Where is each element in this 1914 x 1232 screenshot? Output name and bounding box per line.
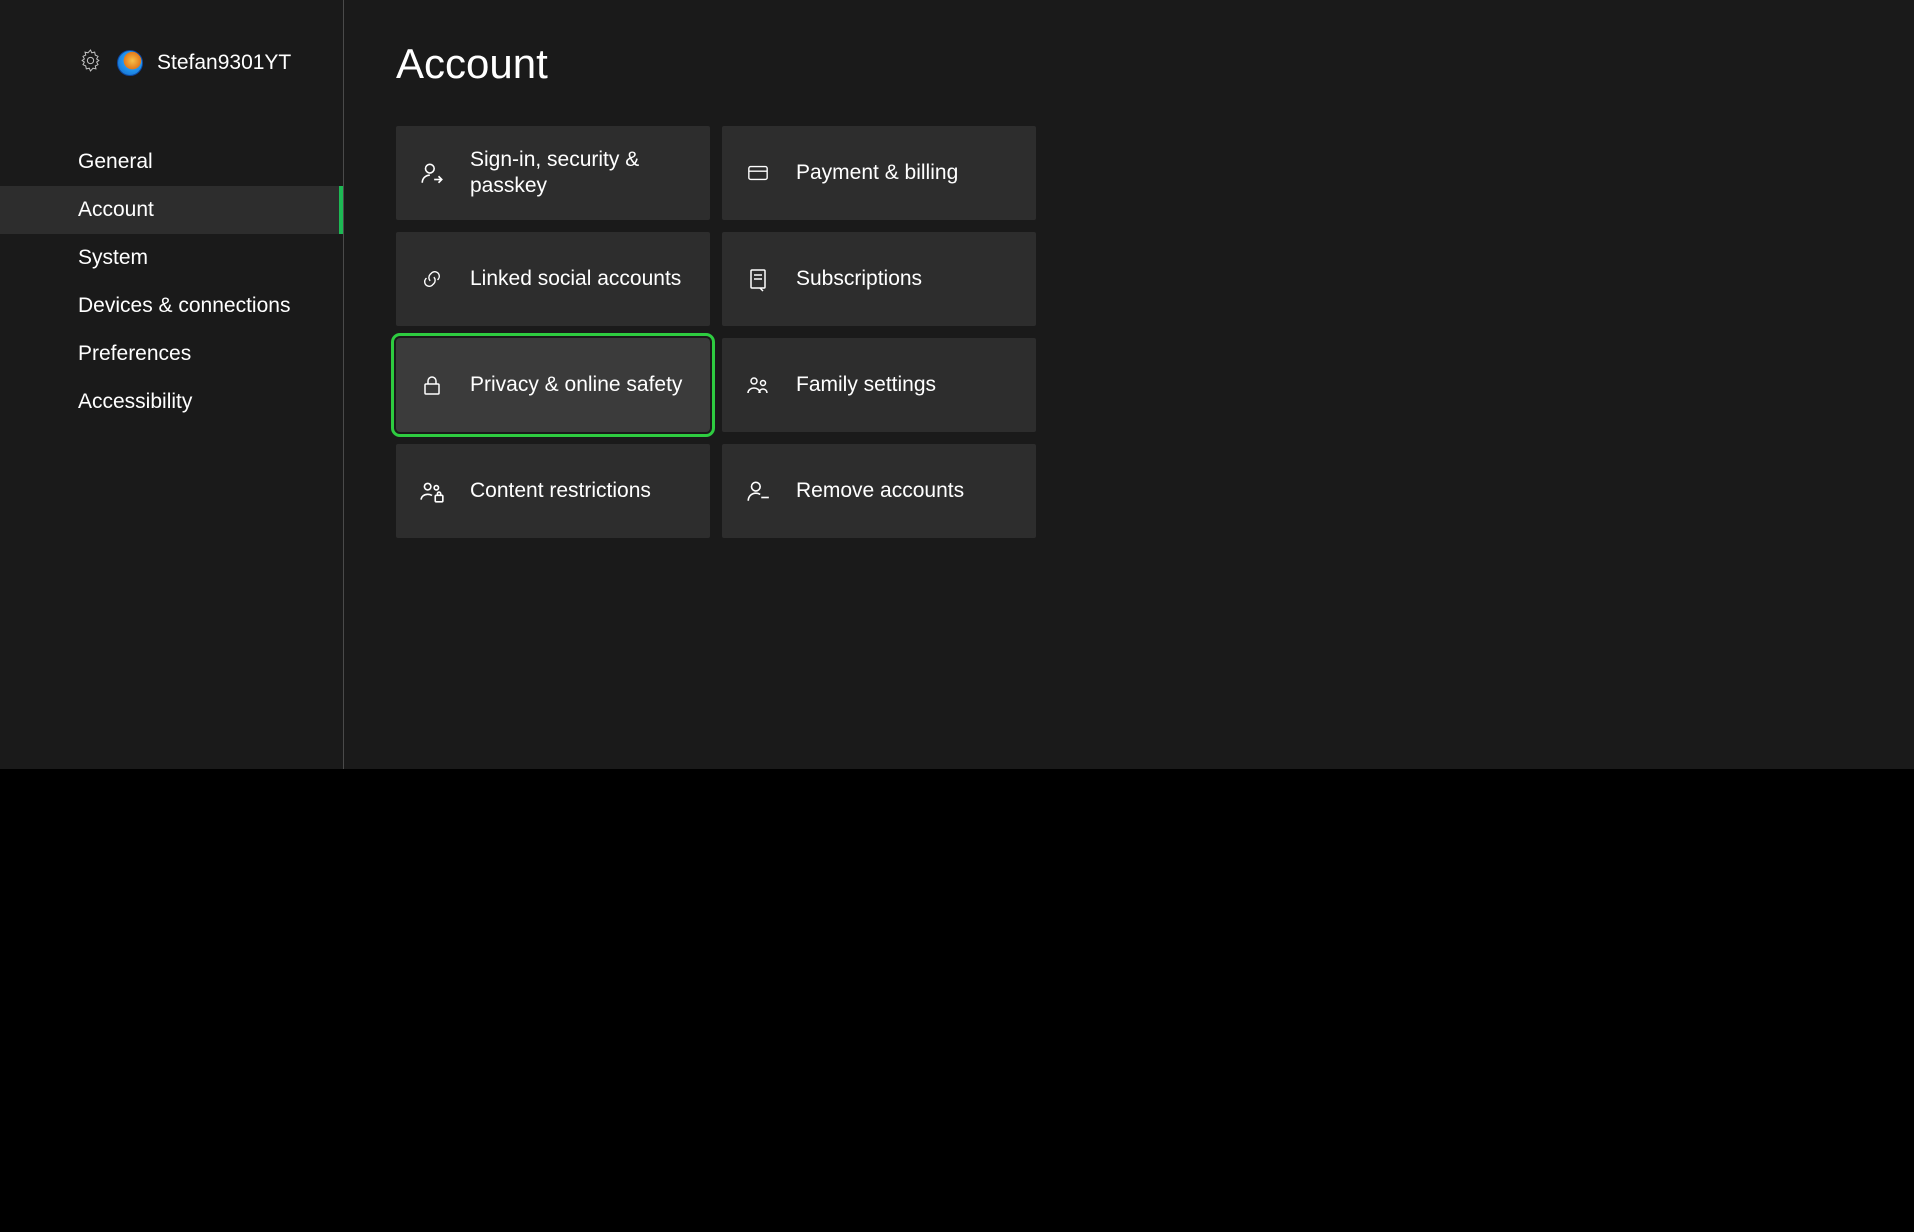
tile-label: Family settings — [796, 372, 936, 398]
sidebar-nav: General Account System Devices & connect… — [0, 138, 343, 426]
tile-grid: Sign-in, security & passkey Payment & bi… — [396, 126, 1862, 538]
tile-subscriptions[interactable]: Subscriptions — [722, 232, 1036, 326]
person-minus-icon — [744, 478, 772, 504]
tile-label: Remove accounts — [796, 478, 964, 504]
tile-signin-security-passkey[interactable]: Sign-in, security & passkey — [396, 126, 710, 220]
avatar — [117, 50, 143, 76]
sidebar-item-accessibility[interactable]: Accessibility — [0, 378, 343, 426]
tile-remove-accounts[interactable]: Remove accounts — [722, 444, 1036, 538]
tile-label: Privacy & online safety — [470, 372, 682, 398]
profile-name: Stefan9301YT — [157, 51, 291, 75]
sidebar-item-system[interactable]: System — [0, 234, 343, 282]
sidebar-item-label: Accessibility — [78, 390, 192, 414]
person-arrow-icon — [418, 160, 446, 186]
gear-icon — [78, 48, 103, 78]
sidebar-item-label: General — [78, 150, 153, 174]
sidebar-item-label: Devices & connections — [78, 294, 290, 318]
sidebar-item-preferences[interactable]: Preferences — [0, 330, 343, 378]
lock-icon — [418, 371, 446, 399]
sidebar-item-devices-connections[interactable]: Devices & connections — [0, 282, 343, 330]
tile-label: Content restrictions — [470, 478, 651, 504]
page-title: Account — [396, 40, 1862, 88]
tile-privacy-online-safety[interactable]: Privacy & online safety — [396, 338, 710, 432]
tile-family-settings[interactable]: Family settings — [722, 338, 1036, 432]
tile-label: Subscriptions — [796, 266, 922, 292]
sidebar-item-label: Preferences — [78, 342, 191, 366]
tile-label: Payment & billing — [796, 160, 958, 186]
sidebar-item-label: System — [78, 246, 148, 270]
tile-linked-social-accounts[interactable]: Linked social accounts — [396, 232, 710, 326]
tile-content-restrictions[interactable]: Content restrictions — [396, 444, 710, 538]
settings-window: Stefan9301YT General Account System Devi… — [0, 0, 1914, 769]
tile-payment-billing[interactable]: Payment & billing — [722, 126, 1036, 220]
sidebar-item-general[interactable]: General — [0, 138, 343, 186]
sidebar-item-account[interactable]: Account — [0, 186, 343, 234]
tile-label: Linked social accounts — [470, 266, 681, 292]
link-icon — [418, 268, 446, 290]
tile-label: Sign-in, security & passkey — [470, 147, 688, 200]
profile-row[interactable]: Stefan9301YT — [0, 48, 343, 78]
receipt-icon — [744, 266, 772, 292]
sidebar-item-label: Account — [78, 198, 154, 222]
people-lock-icon — [418, 478, 446, 504]
sidebar: Stefan9301YT General Account System Devi… — [0, 0, 344, 769]
people-icon — [744, 373, 772, 397]
main-content: Account Sign-in, security & passkey Paym… — [344, 0, 1914, 769]
credit-card-icon — [744, 162, 772, 184]
